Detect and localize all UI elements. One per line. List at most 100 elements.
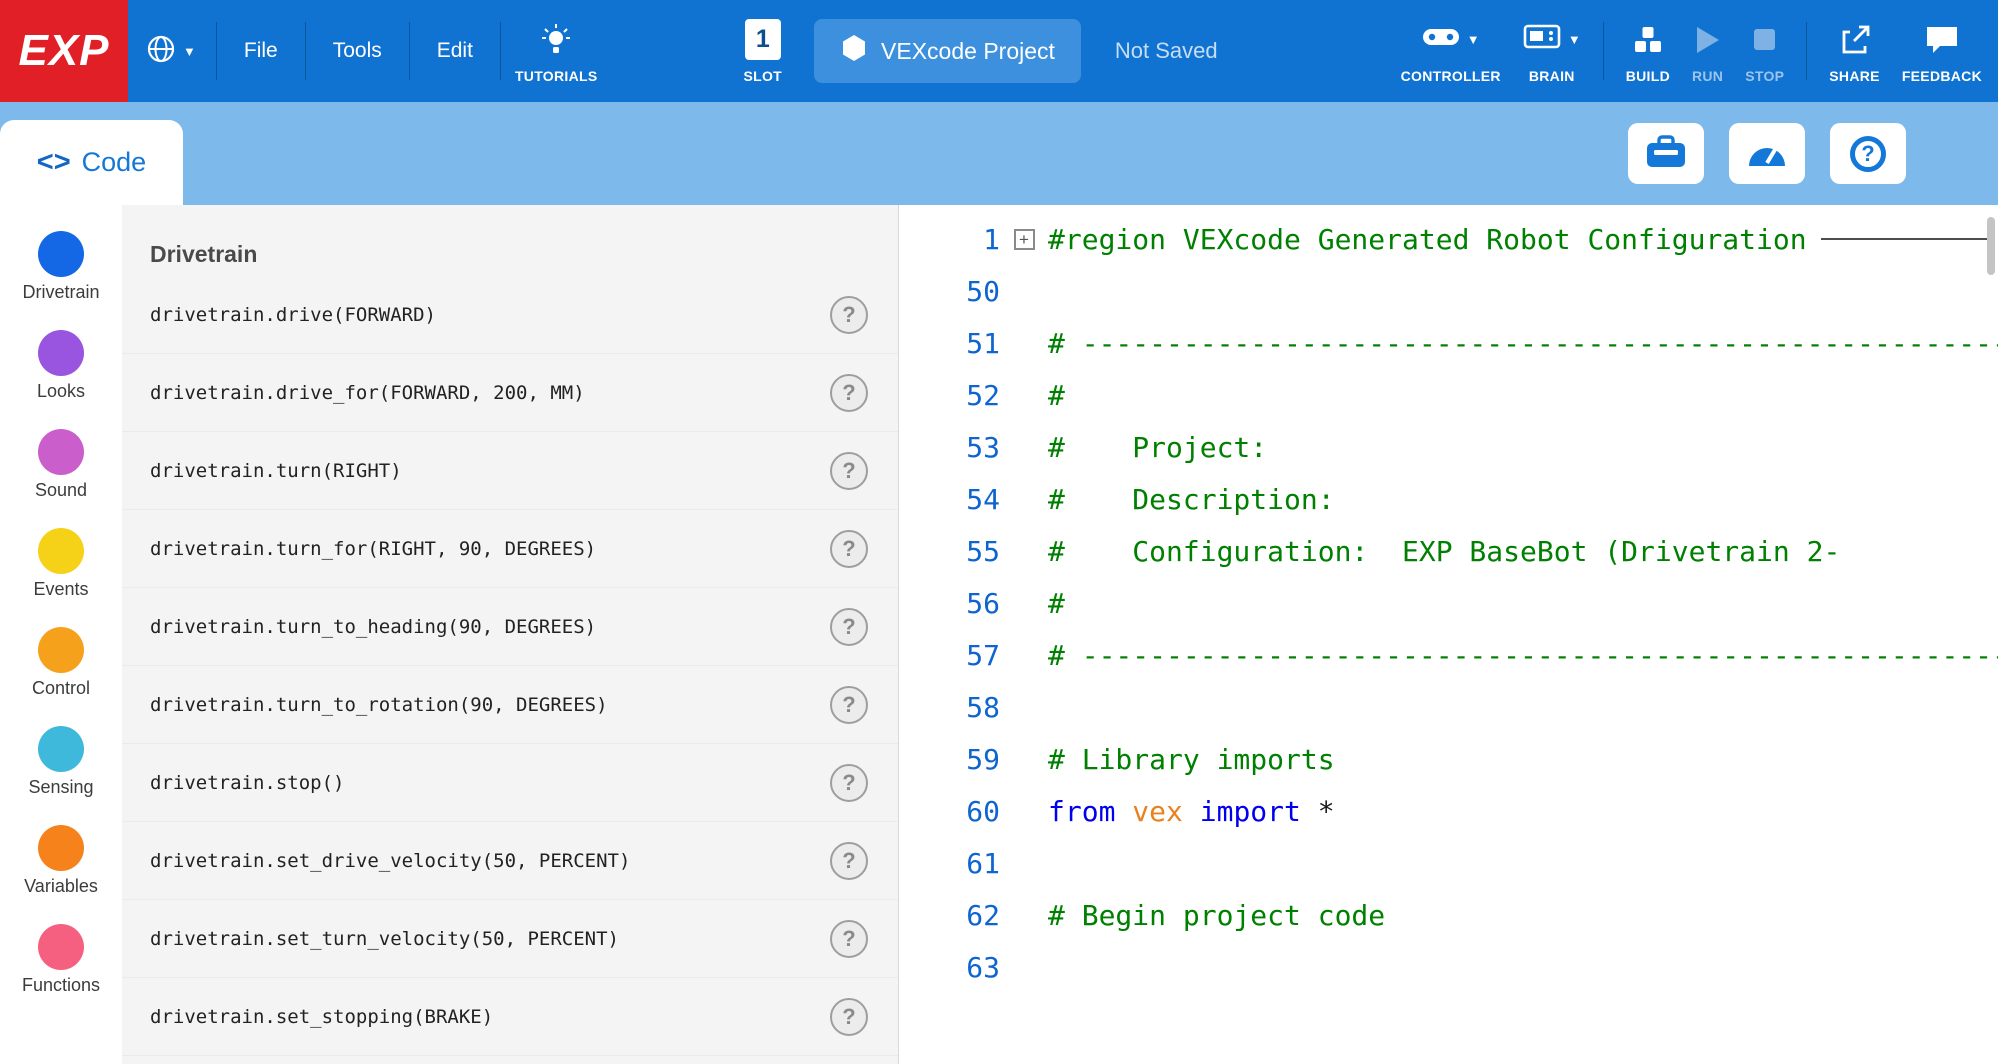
command-text: drivetrain.turn_for(RIGHT, 90, DEGREES): [150, 538, 596, 560]
category-color-dot: [38, 231, 84, 277]
slot-button[interactable]: 1 SLOT: [744, 19, 783, 84]
line-number: 60: [900, 795, 1000, 828]
code-text: # --------------------------------------…: [1048, 639, 1998, 672]
command-text: drivetrain.set_drive_velocity(50, PERCEN…: [150, 850, 630, 872]
category-color-dot: [38, 429, 84, 475]
command-help-button[interactable]: ?: [830, 374, 868, 412]
command-help-button[interactable]: ?: [830, 608, 868, 646]
line-number: 51: [900, 327, 1000, 360]
stop-label: STOP: [1745, 68, 1784, 84]
brain-button[interactable]: ▼ BRAIN: [1523, 19, 1581, 84]
menu-tools[interactable]: Tools: [306, 0, 409, 102]
category-item[interactable]: Drivetrain: [0, 217, 122, 316]
command-help-button[interactable]: ?: [830, 530, 868, 568]
code-text: # --------------------------------------…: [1048, 327, 1998, 360]
slot-label: SLOT: [744, 68, 783, 84]
run-label: RUN: [1692, 68, 1723, 84]
command-help-button[interactable]: ?: [830, 842, 868, 880]
code-line[interactable]: 55 # Configuration: EXP BaseBot (Drivetr…: [900, 525, 1998, 577]
chevron-down-icon: ▼: [183, 44, 196, 59]
code-line[interactable]: 54 # Description:: [900, 473, 1998, 525]
code-line[interactable]: 57 # -----------------------------------…: [900, 629, 1998, 681]
gamepad-icon: [1422, 24, 1460, 55]
language-menu-button[interactable]: ▼: [146, 34, 196, 69]
divider: [500, 22, 501, 80]
code-line[interactable]: 51 # -----------------------------------…: [900, 317, 1998, 369]
category-color-dot: [38, 627, 84, 673]
category-item[interactable]: Sensing: [0, 712, 122, 811]
command-row[interactable]: drivetrain.set_stopping(BRAKE) ?: [122, 978, 898, 1056]
category-item[interactable]: Variables: [0, 811, 122, 910]
code-line[interactable]: 53 # Project:: [900, 421, 1998, 473]
menu-edit[interactable]: Edit: [410, 0, 500, 102]
category-color-dot: [38, 726, 84, 772]
code-text: from vex import *: [1048, 795, 1335, 828]
category-color-dot: [38, 330, 84, 376]
category-label: Sensing: [28, 777, 93, 798]
code-text: # Begin project code: [1048, 899, 1385, 932]
category-item[interactable]: Looks: [0, 316, 122, 415]
save-status: Not Saved: [1115, 38, 1218, 64]
command-palette: Drivetrain drivetrain.drive(FORWARD) ? d…: [122, 205, 899, 1064]
command-help-button[interactable]: ?: [830, 998, 868, 1036]
category-item[interactable]: Sound: [0, 415, 122, 514]
category-item[interactable]: Functions: [0, 910, 122, 1009]
stop-button[interactable]: STOP: [1745, 19, 1784, 84]
command-help-button[interactable]: ?: [830, 452, 868, 490]
code-line[interactable]: 56 #: [900, 577, 1998, 629]
category-label: Looks: [37, 381, 85, 402]
code-line[interactable]: 52 #: [900, 369, 1998, 421]
brain-device-icon: [1523, 23, 1561, 56]
vexcode-app: EXP ▼ File Tools Edit: [0, 0, 1998, 1064]
hexagon-icon: [840, 33, 868, 69]
chevron-down-icon: ▼: [1568, 32, 1581, 47]
share-button[interactable]: SHARE: [1829, 19, 1880, 84]
command-help-button[interactable]: ?: [830, 764, 868, 802]
category-item[interactable]: Control: [0, 613, 122, 712]
code-line[interactable]: 58: [900, 681, 1998, 733]
code-line[interactable]: 59 # Library imports: [900, 733, 1998, 785]
command-row[interactable]: drivetrain.drive_for(FORWARD, 200, MM) ?: [122, 354, 898, 432]
run-button[interactable]: RUN: [1692, 19, 1723, 84]
command-row[interactable]: drivetrain.stop() ?: [122, 744, 898, 822]
tab-code[interactable]: <> Code: [0, 120, 183, 205]
code-editor[interactable]: 1 + #region VEXcode Generated Robot Conf…: [900, 205, 1998, 1064]
build-label: BUILD: [1626, 68, 1670, 84]
command-text: drivetrain.turn_to_rotation(90, DEGREES): [150, 694, 608, 716]
project-name-button[interactable]: VEXcode Project: [814, 19, 1081, 83]
dashboard-button[interactable]: [1729, 123, 1805, 184]
vertical-scrollbar[interactable]: [1987, 217, 1995, 275]
category-label: Control: [32, 678, 90, 699]
tutorials-button[interactable]: TUTORIALS: [515, 19, 598, 84]
code-brackets-icon: <>: [37, 146, 71, 179]
command-row[interactable]: drivetrain.set_turn_velocity(50, PERCENT…: [122, 900, 898, 978]
code-line[interactable]: 1 + #region VEXcode Generated Robot Conf…: [900, 213, 1998, 265]
category-color-dot: [38, 825, 84, 871]
help-button[interactable]: ?: [1830, 123, 1906, 184]
brain-label: BRAIN: [1529, 68, 1575, 84]
build-button[interactable]: BUILD: [1626, 19, 1670, 84]
command-row[interactable]: drivetrain.drive(FORWARD) ?: [122, 276, 898, 354]
command-row[interactable]: drivetrain.turn(RIGHT) ?: [122, 432, 898, 510]
device-console-button[interactable]: [1628, 123, 1704, 184]
fold-expand-icon[interactable]: +: [1014, 229, 1035, 250]
command-help-button[interactable]: ?: [830, 296, 868, 334]
category-item[interactable]: Events: [0, 514, 122, 613]
lightbulb-icon: [540, 19, 572, 61]
code-line[interactable]: 60 from vex import *: [900, 785, 1998, 837]
feedback-button[interactable]: FEEDBACK: [1902, 19, 1982, 84]
share-icon: [1839, 19, 1871, 61]
code-line[interactable]: 62 # Begin project code: [900, 889, 1998, 941]
command-row[interactable]: drivetrain.set_drive_velocity(50, PERCEN…: [122, 822, 898, 900]
command-row[interactable]: drivetrain.turn_to_rotation(90, DEGREES)…: [122, 666, 898, 744]
menu-file[interactable]: File: [217, 0, 305, 102]
command-help-button[interactable]: ?: [830, 920, 868, 958]
controller-button[interactable]: ▼ CONTROLLER: [1401, 19, 1501, 84]
command-row[interactable]: drivetrain.turn_for(RIGHT, 90, DEGREES) …: [122, 510, 898, 588]
command-row[interactable]: drivetrain.turn_to_heading(90, DEGREES) …: [122, 588, 898, 666]
tabbar-actions: ?: [1628, 123, 1906, 184]
command-help-button[interactable]: ?: [830, 686, 868, 724]
code-line[interactable]: 63: [900, 941, 1998, 993]
code-line[interactable]: 50: [900, 265, 1998, 317]
code-line[interactable]: 61: [900, 837, 1998, 889]
